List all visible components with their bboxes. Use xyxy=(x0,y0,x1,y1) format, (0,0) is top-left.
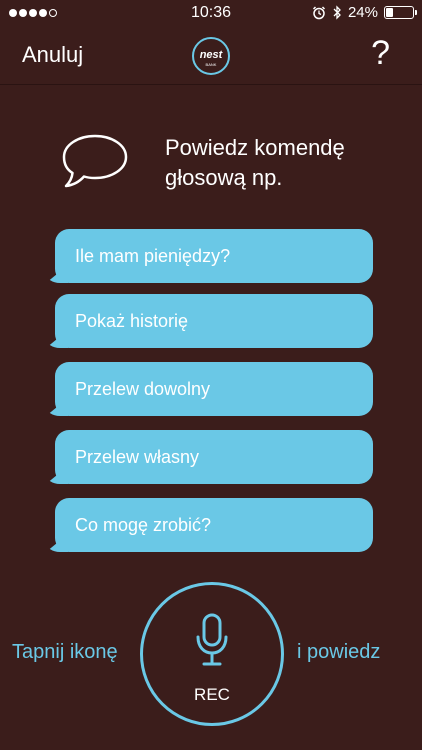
tap-icon-hint: Tapnij ikonę xyxy=(12,641,118,663)
nest-bank-logo: nest BANK xyxy=(192,37,230,75)
and-speak-hint: i powiedz xyxy=(297,641,381,663)
record-button[interactable]: REC xyxy=(140,582,284,726)
suggestion-how-much-money[interactable]: Ile mam pieniędzy? xyxy=(55,229,373,283)
status-bar: 10:36 24% xyxy=(0,0,422,28)
microphone-icon xyxy=(196,613,228,666)
suggestion-label: Pokaż historię xyxy=(75,310,189,331)
help-button[interactable]: ? xyxy=(371,34,390,73)
rec-label: REC xyxy=(194,685,230,704)
suggestion-show-history[interactable]: Pokaż historię xyxy=(55,294,373,348)
suggestion-what-can-i-do[interactable]: Co mogę zrobić? xyxy=(55,498,373,552)
suggestion-own-transfer[interactable]: Przelew własny xyxy=(55,430,373,484)
bluetooth-icon xyxy=(333,5,341,20)
suggestion-label: Przelew dowolny xyxy=(75,378,211,399)
nav-bar: Anuluj nest BANK ? xyxy=(0,28,422,84)
suggestion-label: Ile mam pieniędzy? xyxy=(75,245,231,266)
battery-icon xyxy=(384,6,417,19)
battery-fill xyxy=(386,8,393,17)
voice-prompt-text: Powiedz komendę głosową np. xyxy=(165,133,385,193)
suggestion-any-transfer[interactable]: Przelew dowolny xyxy=(55,362,373,416)
prompt-line-2: głosową np. xyxy=(165,165,283,190)
status-right-group: 24% xyxy=(312,4,417,21)
nav-divider xyxy=(0,84,422,85)
battery-percent: 24% xyxy=(347,4,378,21)
suggestion-label: Przelew własny xyxy=(75,446,200,467)
logo-subtext: BANK xyxy=(206,62,217,67)
suggestion-label: Co mogę zrobić? xyxy=(75,514,212,535)
logo-text: nest xyxy=(200,49,224,61)
prompt-line-1: Powiedz komendę xyxy=(165,135,345,160)
alarm-clock-icon xyxy=(312,5,325,19)
cancel-button[interactable]: Anuluj xyxy=(22,42,83,68)
speech-bubble-icon xyxy=(62,134,128,188)
